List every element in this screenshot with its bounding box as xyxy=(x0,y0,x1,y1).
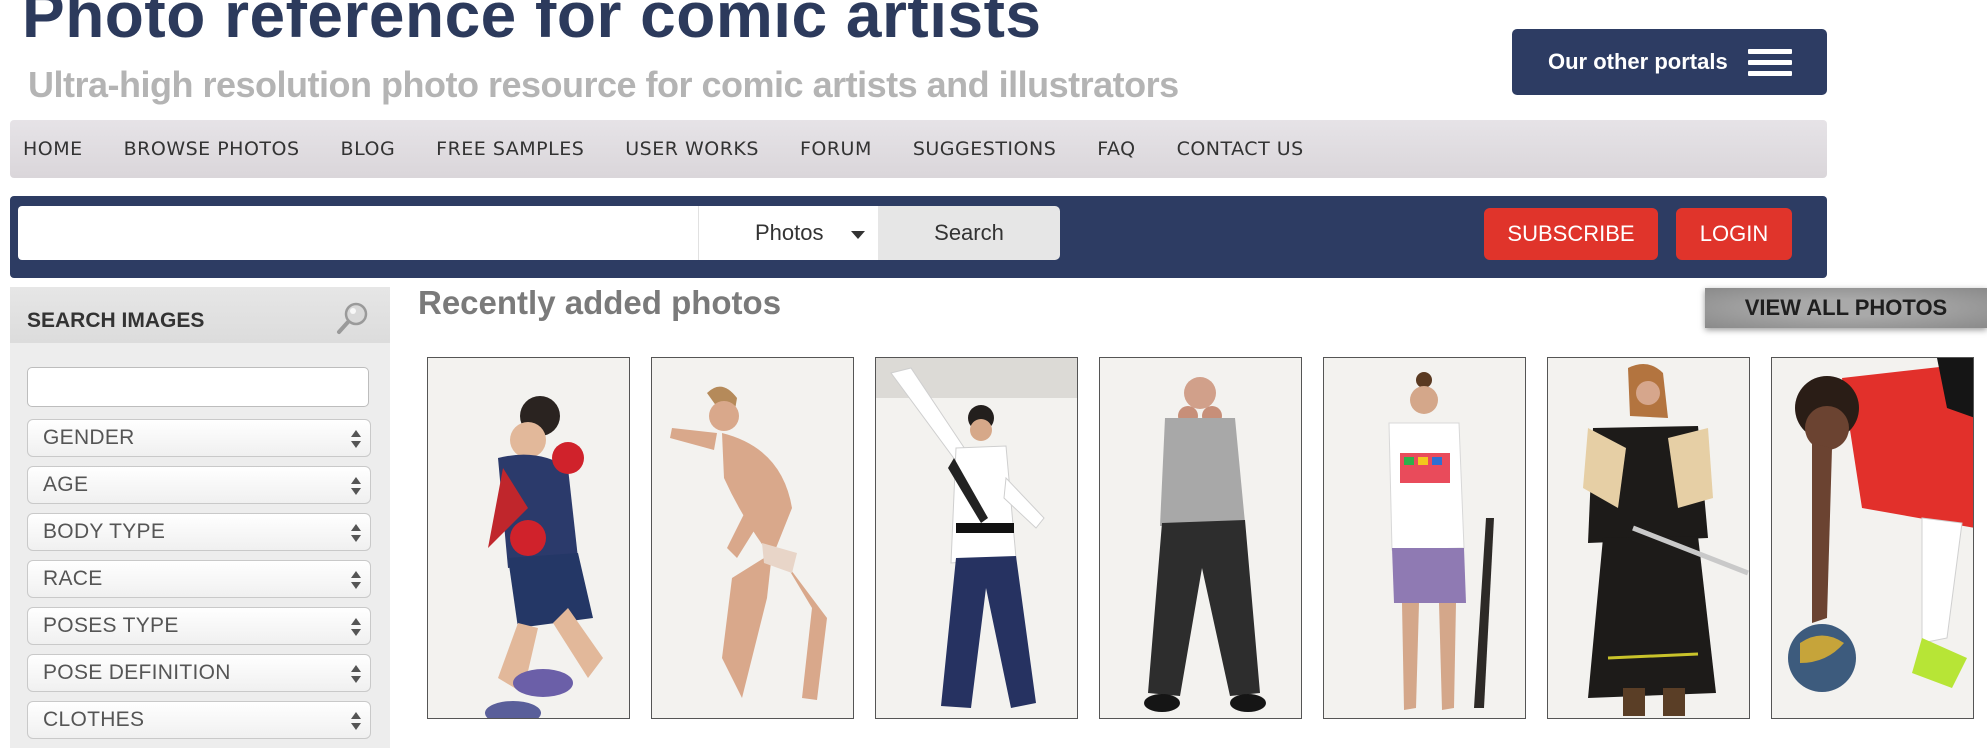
select-arrows-icon xyxy=(351,618,361,636)
filter-body-type-label: BODY TYPE xyxy=(43,520,166,543)
caret-down-icon xyxy=(851,231,865,239)
photo-image xyxy=(876,358,1077,718)
filter-pose-definition[interactable]: POSE DEFINITION xyxy=(27,654,371,692)
other-portals-button[interactable]: Our other portals xyxy=(1512,29,1827,95)
nav-item-user-works[interactable]: USER WORKS xyxy=(625,138,759,160)
photo-thumbnail[interactable] xyxy=(1323,357,1526,719)
photo-thumbnail[interactable] xyxy=(1099,357,1302,719)
nav-item-suggestions[interactable]: SUGGESTIONS xyxy=(913,138,1056,160)
nav-item-contact-us[interactable]: CONTACT US xyxy=(1177,138,1304,160)
select-arrows-icon xyxy=(351,477,361,495)
photo-image xyxy=(1324,358,1525,718)
select-arrows-icon xyxy=(351,712,361,730)
view-all-photos-button[interactable]: VIEW ALL PHOTOS xyxy=(1705,288,1987,328)
filter-gender-label: GENDER xyxy=(43,426,135,449)
nav-item-free-samples[interactable]: FREE SAMPLES xyxy=(436,138,584,160)
filter-clothes-label: CLOTHES xyxy=(43,708,145,731)
filter-age[interactable]: AGE xyxy=(27,466,371,504)
search-images-panel: SEARCH IMAGES GENDER AGE BODY TYPE RACE … xyxy=(10,287,390,748)
main-nav: HOME BROWSE PHOTOS BLOG FREE SAMPLES USE… xyxy=(10,120,1827,178)
select-arrows-icon xyxy=(351,571,361,589)
photo-image xyxy=(652,358,853,718)
photo-image xyxy=(428,358,629,718)
nav-item-forum[interactable]: FORUM xyxy=(800,138,872,160)
photo-thumbnail[interactable] xyxy=(875,357,1078,719)
search-type-value: Photos xyxy=(755,220,824,245)
filter-clothes[interactable]: CLOTHES xyxy=(27,701,371,739)
photo-thumbnail[interactable] xyxy=(1547,357,1750,719)
filter-poses-type[interactable]: POSES TYPE xyxy=(27,607,371,645)
site-subtitle: Ultra-high resolution photo resource for… xyxy=(28,64,1179,105)
hamburger-icon xyxy=(1747,48,1792,76)
search-images-header: SEARCH IMAGES xyxy=(10,287,390,343)
filter-race[interactable]: RACE xyxy=(27,560,371,598)
search-type-select[interactable]: Photos xyxy=(698,206,878,260)
magnifier-icon[interactable] xyxy=(335,300,371,336)
filter-pose-definition-label: POSE DEFINITION xyxy=(43,661,231,684)
filter-age-label: AGE xyxy=(43,473,89,496)
photo-thumbnail[interactable] xyxy=(427,357,630,719)
nav-item-browse-photos[interactable]: BROWSE PHOTOS xyxy=(124,138,300,160)
photo-image xyxy=(1772,358,1973,718)
search-images-input[interactable] xyxy=(27,367,369,407)
nav-item-faq[interactable]: FAQ xyxy=(1097,138,1135,160)
select-arrows-icon xyxy=(351,524,361,542)
photo-thumbnail[interactable] xyxy=(1771,357,1974,719)
recently-added-heading: Recently added photos xyxy=(418,284,782,321)
photo-image xyxy=(1548,358,1749,718)
nav-item-home[interactable]: HOME xyxy=(23,138,83,160)
filter-race-label: RACE xyxy=(43,567,103,590)
other-portals-label: Our other portals xyxy=(1548,49,1728,74)
login-button[interactable]: LOGIN xyxy=(1676,208,1792,260)
photo-thumbnail[interactable] xyxy=(651,357,854,719)
select-arrows-icon xyxy=(351,665,361,683)
select-arrows-icon xyxy=(351,430,361,448)
search-button[interactable]: Search xyxy=(878,206,1060,260)
search-bar: Photos Search SUBSCRIBE LOGIN xyxy=(10,196,1827,278)
nav-item-blog[interactable]: BLOG xyxy=(341,138,396,160)
filter-poses-type-label: POSES TYPE xyxy=(43,614,179,637)
photo-image xyxy=(1100,358,1301,718)
search-input[interactable] xyxy=(18,206,708,260)
subscribe-button[interactable]: SUBSCRIBE xyxy=(1484,208,1658,260)
search-images-title: SEARCH IMAGES xyxy=(27,309,205,332)
filter-body-type[interactable]: BODY TYPE xyxy=(27,513,371,551)
site-title: Photo reference for comic artists xyxy=(22,0,1042,51)
filter-gender[interactable]: GENDER xyxy=(27,419,371,457)
